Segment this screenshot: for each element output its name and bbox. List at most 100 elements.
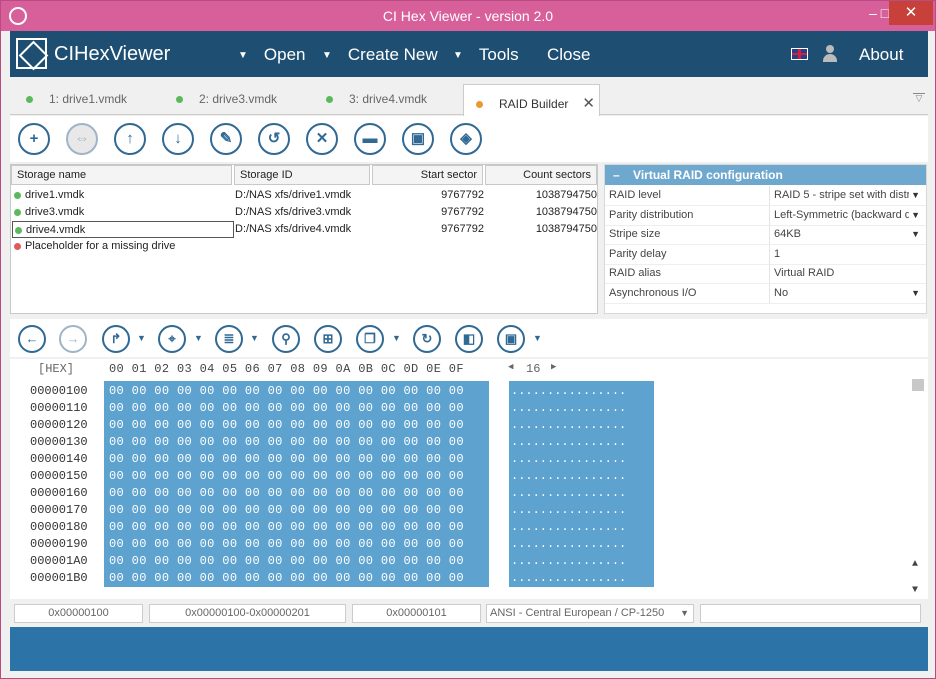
hex-row[interactable]: 00 00 00 00 00 00 00 00 00 00 00 00 00 0… <box>109 553 489 570</box>
hex-row[interactable]: 00 00 00 00 00 00 00 00 00 00 00 00 00 0… <box>109 485 489 502</box>
prop-parity-delay[interactable]: Parity delay 1 <box>605 245 926 265</box>
hex-row[interactable]: 00 00 00 00 00 00 00 00 00 00 00 00 00 0… <box>109 417 489 434</box>
close-tab-icon[interactable]: ✕ <box>582 95 595 112</box>
hex-row[interactable]: 00 00 00 00 00 00 00 00 00 00 00 00 00 0… <box>109 451 489 468</box>
ascii-row[interactable]: ................ <box>511 451 654 468</box>
vertical-scrollbar[interactable]: ▲ ▼ <box>910 377 926 599</box>
move-down-button[interactable]: ↓ <box>162 123 194 155</box>
table-row[interactable]: Placeholder for a missing drive <box>11 238 597 255</box>
hex-row[interactable]: 00 00 00 00 00 00 00 00 00 00 00 00 00 0… <box>109 383 489 400</box>
edit-button[interactable]: ✎ <box>210 123 242 155</box>
open-folder-button[interactable]: ▬ <box>354 123 386 155</box>
ascii-row[interactable]: ................ <box>511 400 654 417</box>
prop-raid-level[interactable]: RAID level RAID 5 - stripe set with distr… <box>605 186 926 206</box>
undo-button[interactable]: ↺ <box>258 123 290 155</box>
column-header-storage-id[interactable]: Storage ID <box>234 165 370 185</box>
width-decrease-icon[interactable]: ◀ <box>508 362 513 372</box>
copy-dropdown-icon[interactable]: ▼ <box>392 333 401 343</box>
column-header-storage-name[interactable]: Storage name <box>11 165 232 185</box>
add-drive-button[interactable]: + <box>18 123 50 155</box>
prop-value[interactable]: 64KB <box>769 225 909 244</box>
save-hex-button[interactable]: ▣ <box>497 325 525 353</box>
column-header-start-sector[interactable]: Start sector <box>372 165 483 185</box>
layers-button[interactable]: ◈ <box>450 123 482 155</box>
ascii-data-area[interactable]: ........................................… <box>509 381 654 587</box>
refresh-button[interactable]: ↻ <box>413 325 441 353</box>
ascii-row[interactable]: ................ <box>511 502 654 519</box>
remove-button[interactable]: ✕ <box>306 123 338 155</box>
prop-async-io[interactable]: Asynchronous I/O No ▼ <box>605 284 926 304</box>
dropdown-arrow-icon[interactable]: ▼ <box>911 186 920 205</box>
split-view-button[interactable]: ◧ <box>455 325 483 353</box>
select-block-button[interactable]: ⊞ <box>314 325 342 353</box>
ascii-row[interactable]: ................ <box>511 383 654 400</box>
hex-data-area[interactable]: 00 00 00 00 00 00 00 00 00 00 00 00 00 0… <box>104 381 489 587</box>
ascii-row[interactable]: ................ <box>511 570 654 587</box>
bookmark-dropdown-icon[interactable]: ▼ <box>194 333 203 343</box>
copy-button[interactable]: ❐ <box>356 325 384 353</box>
table-row[interactable]: drive4.vmdk D:/NAS xfs/drive4.vmdk 97677… <box>11 221 597 238</box>
list-view-dropdown-icon[interactable]: ▼ <box>250 333 259 343</box>
bytes-per-row[interactable]: 16 <box>526 362 540 376</box>
prop-parity-distribution[interactable]: Parity distribution Left-Symmetric (backw… <box>605 206 926 226</box>
ascii-row[interactable]: ................ <box>511 468 654 485</box>
table-row[interactable]: drive3.vmdk D:/NAS xfs/drive3.vmdk 97677… <box>11 204 597 221</box>
move-up-button[interactable]: ↑ <box>114 123 146 155</box>
prop-value[interactable]: Left-Symmetric (backward dy <box>769 206 909 225</box>
bookmark-button[interactable]: ⌖ <box>158 325 186 353</box>
prop-raid-alias[interactable]: RAID alias Virtual RAID <box>605 264 926 284</box>
forward-button[interactable]: → <box>59 325 87 353</box>
search-button[interactable]: ⚲ <box>272 325 300 353</box>
menu-close[interactable]: Close <box>547 45 590 65</box>
ascii-row[interactable]: ................ <box>511 553 654 570</box>
goto-button[interactable]: ↱ <box>102 325 130 353</box>
table-row[interactable]: drive1.vmdk D:/NAS xfs/drive1.vmdk 97677… <box>11 187 597 204</box>
menu-create-new[interactable]: ▼ Create New <box>322 45 438 65</box>
dropdown-arrow-icon[interactable]: ▼ <box>911 284 920 303</box>
width-increase-icon[interactable]: ▶ <box>551 362 556 372</box>
encoding-select[interactable]: ANSI - Central European / CP-1250 ▼ <box>486 604 694 623</box>
list-view-button[interactable]: ≣ <box>215 325 243 353</box>
uk-flag-icon[interactable] <box>791 48 808 60</box>
tab-drive1[interactable]: 1: drive1.vmdk <box>26 89 127 115</box>
tab-raid-builder[interactable]: RAID Builder ✕ <box>463 84 600 116</box>
prop-value[interactable]: 1 <box>769 245 909 264</box>
ascii-row[interactable]: ................ <box>511 485 654 502</box>
collapse-icon[interactable]: – <box>613 168 620 182</box>
link-drive-button[interactable]: ⇔ <box>66 123 98 155</box>
ascii-row[interactable]: ................ <box>511 434 654 451</box>
save-button[interactable]: ▣ <box>402 123 434 155</box>
prop-value[interactable]: Virtual RAID <box>769 264 909 283</box>
prop-stripe-size[interactable]: Stripe size 64KB ▼ <box>605 225 926 245</box>
dropdown-arrow-icon[interactable]: ▼ <box>911 225 920 244</box>
scroll-up-icon[interactable]: ▲ <box>912 559 918 570</box>
menu-open[interactable]: ▼ Open <box>238 45 306 65</box>
scroll-down-icon[interactable]: ▼ <box>912 585 918 596</box>
dropdown-arrow-icon[interactable]: ▼ <box>680 605 689 622</box>
scrollbar-thumb[interactable] <box>912 379 924 391</box>
menu-tools[interactable]: ▼ Tools <box>453 45 519 65</box>
dropdown-arrow-icon[interactable]: ▼ <box>911 206 920 225</box>
hex-row[interactable]: 00 00 00 00 00 00 00 00 00 00 00 00 00 0… <box>109 502 489 519</box>
ascii-row[interactable]: ................ <box>511 417 654 434</box>
prop-value[interactable]: RAID 5 - stripe set with distr <box>769 186 909 205</box>
raid-config-header[interactable]: – Virtual RAID configuration <box>605 165 926 185</box>
user-icon[interactable] <box>823 45 837 63</box>
hex-row[interactable]: 00 00 00 00 00 00 00 00 00 00 00 00 00 0… <box>109 519 489 536</box>
goto-dropdown-icon[interactable]: ▼ <box>137 333 146 343</box>
close-window-button[interactable]: ✕ <box>889 1 933 25</box>
hex-row[interactable]: 00 00 00 00 00 00 00 00 00 00 00 00 00 0… <box>109 570 489 587</box>
hex-row[interactable]: 00 00 00 00 00 00 00 00 00 00 00 00 00 0… <box>109 468 489 485</box>
menu-about[interactable]: About <box>859 45 903 65</box>
prop-value[interactable]: No <box>769 284 909 303</box>
tab-drive3[interactable]: 2: drive3.vmdk <box>176 89 277 115</box>
hex-editor[interactable]: [HEX] 00 01 02 03 04 05 06 07 08 09 0A 0… <box>10 359 928 599</box>
tab-drive4[interactable]: 3: drive4.vmdk <box>326 89 427 115</box>
back-button[interactable]: ← <box>18 325 46 353</box>
hex-row[interactable]: 00 00 00 00 00 00 00 00 00 00 00 00 00 0… <box>109 400 489 417</box>
hex-mode-label[interactable]: [HEX] <box>38 362 74 376</box>
ascii-row[interactable]: ................ <box>511 536 654 553</box>
hex-row[interactable]: 00 00 00 00 00 00 00 00 00 00 00 00 00 0… <box>109 536 489 553</box>
tab-list-chevron-icon[interactable]: ▽ <box>913 93 925 103</box>
ascii-row[interactable]: ................ <box>511 519 654 536</box>
